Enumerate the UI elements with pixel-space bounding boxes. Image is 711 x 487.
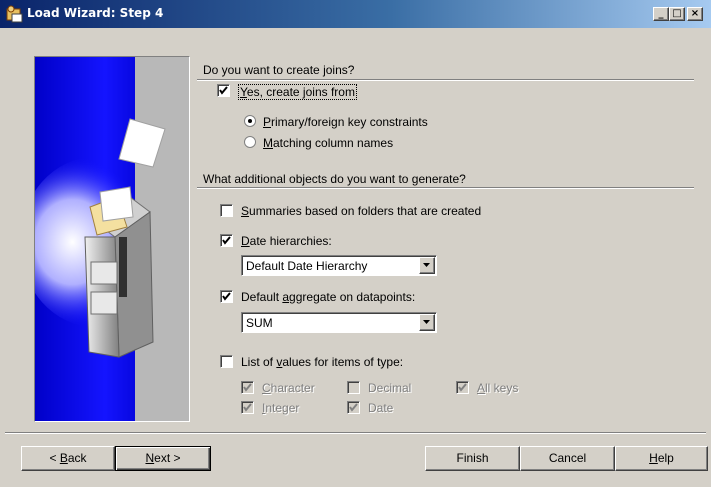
finish-button[interactable]: Finish	[425, 446, 520, 471]
aggregate-value: SUM	[246, 316, 273, 330]
date-hierarchies-label[interactable]: Date hierarchies:	[241, 234, 332, 248]
checkmark-icon	[222, 236, 231, 245]
date-hierarchies-checkbox[interactable]	[220, 234, 233, 247]
date-hierarchy-select[interactable]: Default Date Hierarchy	[241, 255, 437, 276]
wizard-banner-image	[34, 56, 190, 422]
checkmark-icon	[222, 292, 231, 301]
checkmark-icon	[243, 403, 252, 412]
create-joins-checkbox[interactable]	[217, 84, 230, 97]
primary-foreign-key-label[interactable]: Primary/foreign key constraints	[263, 115, 428, 129]
window-title: Load Wizard: Step 4	[27, 6, 164, 20]
cancel-button[interactable]: Cancel	[520, 446, 615, 471]
objects-question: What additional objects do you want to g…	[203, 172, 466, 186]
type-decimal-checkbox	[347, 381, 360, 394]
type-character-label: Character	[262, 381, 315, 395]
list-of-values-checkbox[interactable]	[220, 355, 233, 368]
type-date-label: Date	[368, 401, 394, 415]
matching-column-names-radio[interactable]	[244, 136, 256, 148]
date-hierarchy-value: Default Date Hierarchy	[246, 259, 368, 273]
maximize-button[interactable]: □	[669, 7, 685, 21]
summaries-checkbox[interactable]	[220, 204, 233, 217]
type-integer-label: Integer	[262, 401, 300, 415]
chevron-down-icon	[423, 320, 430, 324]
minimize-button[interactable]: _	[653, 7, 669, 21]
next-button[interactable]: Next >	[115, 446, 211, 471]
summaries-label[interactable]: Summaries based on folders that are crea…	[241, 204, 481, 218]
type-all-keys-label: All keys	[477, 381, 519, 395]
checkmark-icon	[219, 86, 228, 95]
title-bar[interactable]: Load Wizard: Step 4 _ □ ×	[0, 0, 711, 28]
checkmark-icon	[458, 383, 467, 392]
back-button[interactable]: < Back	[21, 446, 115, 471]
aggregate-dropdown-button[interactable]	[419, 314, 435, 331]
default-aggregate-checkbox[interactable]	[220, 290, 233, 303]
create-joins-label[interactable]: Yes, create joins from	[238, 84, 357, 100]
primary-foreign-key-radio[interactable]	[244, 115, 256, 127]
default-aggregate-label[interactable]: Default aggregate on datapoints:	[241, 290, 415, 304]
type-integer-checkbox	[241, 401, 254, 414]
help-button[interactable]: Help	[615, 446, 708, 471]
type-decimal-label: Decimal	[368, 381, 412, 395]
date-hierarchy-dropdown-button[interactable]	[419, 257, 435, 274]
aggregate-select[interactable]: SUM	[241, 312, 437, 333]
button-bar-separator	[5, 432, 706, 434]
joins-separator	[197, 79, 694, 81]
type-all-keys-checkbox	[456, 381, 469, 394]
type-date-checkbox	[347, 401, 360, 414]
database-box-illustration	[35, 57, 189, 421]
objects-separator	[197, 187, 694, 189]
checkmark-icon	[349, 403, 358, 412]
close-button[interactable]: ×	[687, 7, 703, 21]
load-wizard-icon	[6, 5, 23, 23]
checkmark-icon	[243, 383, 252, 392]
type-character-checkbox	[241, 381, 254, 394]
joins-question: Do you want to create joins?	[203, 63, 355, 77]
list-of-values-label[interactable]: List of values for items of type:	[241, 355, 403, 369]
chevron-down-icon	[423, 263, 430, 267]
matching-column-names-label[interactable]: Matching column names	[263, 136, 393, 150]
